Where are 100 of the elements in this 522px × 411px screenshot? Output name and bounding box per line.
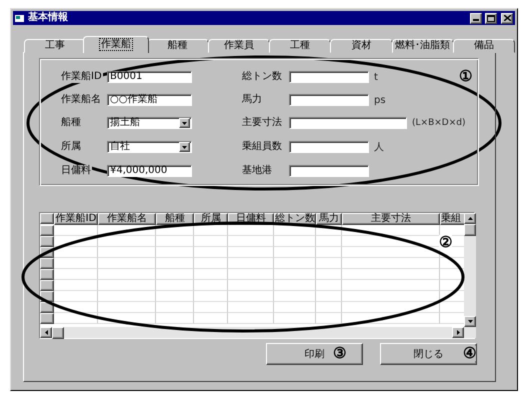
input-field[interactable]: [289, 141, 369, 153]
field-label: 乗組員数: [242, 141, 283, 153]
unit-label: t: [374, 72, 378, 82]
annotation-number: ①: [459, 69, 472, 84]
maximize-icon: [487, 14, 495, 22]
tab[interactable]: 船種: [146, 39, 209, 53]
right-arrow-icon[interactable]: [456, 330, 460, 335]
input-field[interactable]: ○○作業船: [107, 94, 192, 106]
unit-label: ps: [374, 94, 386, 106]
input-field[interactable]: [289, 94, 369, 106]
close-button[interactable]: [501, 12, 513, 24]
maximize-button[interactable]: [485, 12, 497, 24]
field-label: 主要寸法: [242, 117, 283, 129]
dropdown[interactable]: 揚土船: [107, 117, 192, 129]
minimize-button[interactable]: [470, 12, 482, 24]
table-cell: [156, 313, 194, 324]
column-header: 馬力: [316, 213, 342, 225]
column-header: 作業船ID: [54, 213, 98, 225]
table-cell: [98, 247, 156, 258]
table-cell: [98, 313, 156, 324]
tab[interactable]: 作業船: [83, 36, 149, 53]
annotation-number: ④: [463, 346, 476, 361]
scroll-thumb[interactable]: [52, 327, 64, 339]
input-field[interactable]: B0001: [107, 71, 192, 83]
table-cell: [274, 302, 316, 313]
tab[interactable]: 備品: [452, 39, 516, 53]
table-cell: [156, 302, 194, 313]
field-label: 船種: [61, 117, 82, 129]
table-cell: [316, 291, 342, 302]
table-cell: [316, 236, 342, 247]
field-label: 総トン数: [242, 71, 283, 83]
tab[interactable]: 工種: [269, 39, 332, 53]
annotation-number: ③: [333, 346, 346, 361]
unit-label: 人: [374, 141, 384, 154]
column-header: 乗組: [440, 213, 464, 225]
table-cell: [274, 225, 316, 236]
table-cell: [274, 247, 316, 258]
table-cell: [316, 225, 342, 236]
unit-label: (L×B×D×d): [412, 118, 466, 128]
table-cell: [316, 280, 342, 291]
table-cell: [54, 302, 98, 313]
vertical-scrollbar[interactable]: [464, 213, 476, 327]
table-cell: [194, 236, 228, 247]
dropdown-arrow-icon: [182, 122, 187, 124]
table-cell: [228, 225, 274, 236]
table-cell: [228, 302, 274, 313]
dropdown[interactable]: 自社: [107, 141, 192, 153]
table-cell: [316, 313, 342, 324]
table-cell: [228, 313, 274, 324]
field-label: 基地港: [242, 165, 273, 177]
table-cell: [98, 302, 156, 313]
table-cell: [274, 291, 316, 302]
window-icon: [15, 14, 25, 22]
table-cell: [194, 247, 228, 258]
table-cell: [98, 258, 156, 269]
tab[interactable]: 作業員: [208, 39, 270, 53]
tab[interactable]: 資材: [330, 39, 393, 53]
table-cell: [194, 291, 228, 302]
column-header: 作業船名: [98, 213, 156, 225]
table-cell: [156, 258, 194, 269]
table-cell: [98, 291, 156, 302]
table-cell: [228, 280, 274, 291]
table-cell: [54, 291, 98, 302]
table-cell: [54, 280, 98, 291]
table-cell: [228, 258, 274, 269]
table-cell: [54, 313, 98, 324]
table-cell: [156, 236, 194, 247]
table-cell: [54, 247, 98, 258]
annotation-number: ②: [439, 235, 452, 250]
table-cell: [54, 269, 98, 280]
left-arrow-icon[interactable]: [44, 330, 48, 335]
window-title: 基本情報: [28, 12, 69, 24]
table-cell: [156, 280, 194, 291]
table-cell: [228, 269, 274, 280]
table-cell: [98, 236, 156, 247]
field-label: 作業船ID: [61, 71, 103, 83]
down-arrow-icon[interactable]: [468, 320, 472, 323]
table-cell: [274, 269, 316, 280]
table-cell: [156, 247, 194, 258]
field-label: 所属: [61, 141, 82, 153]
table-cell: [228, 291, 274, 302]
table-cell: [54, 258, 98, 269]
input-field[interactable]: [289, 71, 369, 83]
table-cell: [316, 258, 342, 269]
table-cell: [54, 225, 98, 236]
up-arrow-icon[interactable]: [468, 217, 472, 220]
field-label: 日傭料: [61, 165, 92, 177]
tab[interactable]: 燃料･油脂類: [392, 39, 454, 53]
input-field[interactable]: [289, 117, 407, 129]
input-field[interactable]: [289, 165, 369, 177]
table-cell: [194, 258, 228, 269]
field-label: 馬力: [242, 94, 263, 106]
table-cell: [274, 280, 316, 291]
input-field[interactable]: ¥4,000,000: [107, 165, 192, 177]
table-cell: [228, 247, 274, 258]
table-cell: [228, 236, 274, 247]
scroll-thumb[interactable]: [464, 224, 476, 236]
table-cell: [316, 302, 342, 313]
table-cell: [194, 280, 228, 291]
table-cell: [316, 247, 342, 258]
